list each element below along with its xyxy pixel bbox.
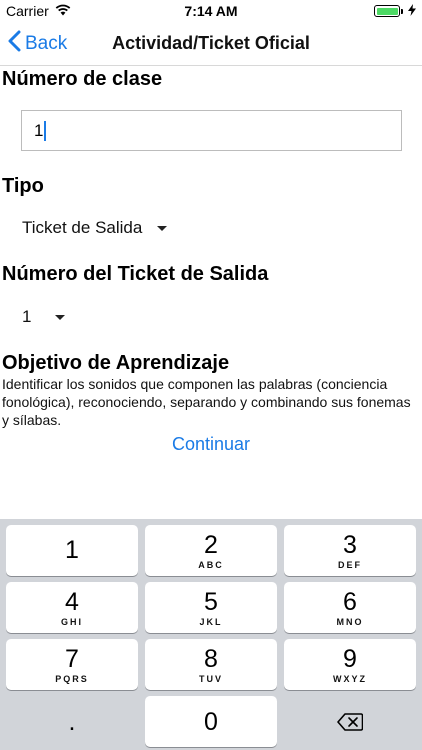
- chevron-left-icon: [8, 30, 21, 58]
- key-1[interactable]: 1: [6, 525, 138, 576]
- numeric-keypad: 1 2 ABC 3 DEF 4 GHI 5 JKL 6 MNO 7 PQRS 8…: [0, 519, 422, 750]
- key-9[interactable]: 9 WXYZ: [284, 639, 416, 690]
- objective-label: Objetivo de Aprendizaje: [2, 352, 230, 374]
- type-dropdown[interactable]: Ticket de Salida: [22, 218, 168, 238]
- charging-bolt-icon: [408, 3, 416, 19]
- key-6[interactable]: 6 MNO: [284, 582, 416, 633]
- backspace-icon: [337, 712, 363, 731]
- wifi-icon: [55, 3, 71, 19]
- status-right: [374, 3, 416, 19]
- status-bar: Carrier 7:14 AM: [0, 0, 422, 22]
- ticket-number-dropdown[interactable]: 1: [22, 307, 66, 327]
- ticket-number-value: 1: [22, 307, 32, 326]
- carrier-label: Carrier: [6, 3, 49, 19]
- class-number-label: Número de clase: [2, 68, 163, 90]
- key-5[interactable]: 5 JKL: [145, 582, 277, 633]
- objective-description: Identificar los sonidos que componen las…: [2, 376, 411, 428]
- type-dropdown-value: Ticket de Salida: [22, 218, 143, 237]
- ticket-number-label: Número del Ticket de Salida: [2, 263, 269, 285]
- navigation-bar: Back Actividad/Ticket Oficial: [0, 22, 422, 66]
- key-3[interactable]: 3 DEF: [284, 525, 416, 576]
- key-2[interactable]: 2 ABC: [145, 525, 277, 576]
- type-label: Tipo: [2, 175, 44, 197]
- key-dot[interactable]: .: [6, 696, 138, 747]
- back-button[interactable]: Back: [8, 22, 67, 66]
- back-label: Back: [25, 33, 68, 54]
- text-cursor: [44, 120, 47, 141]
- key-7[interactable]: 7 PQRS: [6, 639, 138, 690]
- class-number-value: 1: [34, 120, 44, 140]
- dropdown-triangle-icon: [55, 314, 66, 320]
- status-left: Carrier: [6, 3, 71, 19]
- dropdown-triangle-icon: [157, 225, 168, 231]
- backspace-key[interactable]: [284, 696, 416, 747]
- battery-icon: [374, 5, 403, 17]
- key-4[interactable]: 4 GHI: [6, 582, 138, 633]
- class-number-input[interactable]: 1: [21, 110, 402, 151]
- key-8[interactable]: 8 TUV: [145, 639, 277, 690]
- continue-button[interactable]: Continuar: [0, 434, 422, 455]
- key-0[interactable]: 0: [145, 696, 277, 747]
